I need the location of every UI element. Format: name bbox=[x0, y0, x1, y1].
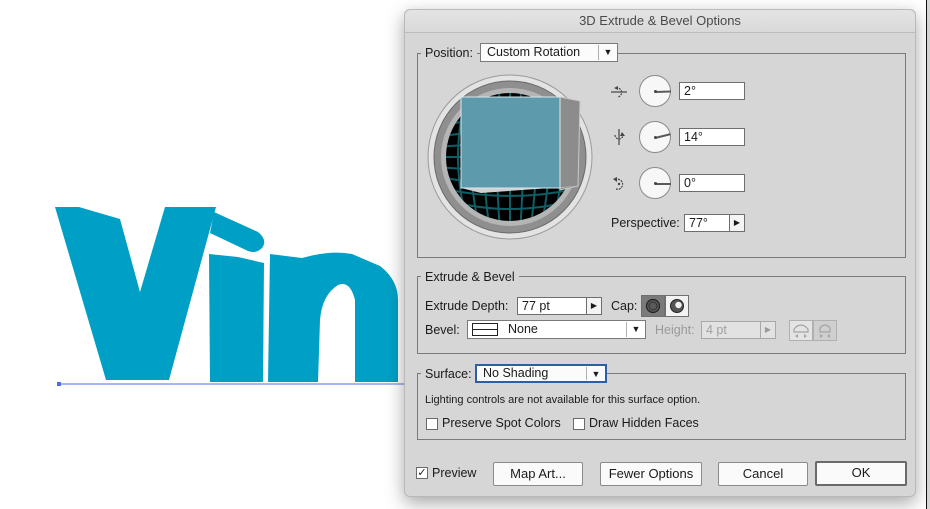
dial-hand bbox=[654, 133, 671, 139]
bevel-height-input[interactable]: 4 pt bbox=[701, 321, 761, 339]
lighting-message: Lighting controls are not available for … bbox=[425, 394, 701, 406]
dial-center bbox=[654, 90, 657, 93]
position-selected: Custom Rotation bbox=[487, 45, 581, 59]
check-icon: ✓ bbox=[417, 467, 427, 479]
preserve-spot-colors-checkbox[interactable] bbox=[426, 418, 438, 430]
cube-front-face bbox=[460, 96, 561, 189]
position-label: Position: bbox=[421, 46, 477, 60]
rotate-x-axis-icon bbox=[611, 86, 627, 98]
map-art-button[interactable]: Map Art... bbox=[493, 462, 583, 486]
preview-label[interactable]: Preview bbox=[432, 466, 476, 480]
letter-v bbox=[55, 207, 216, 380]
position-dropdown[interactable]: Custom Rotation ▼ bbox=[480, 43, 618, 62]
perspective-label: Perspective: bbox=[611, 216, 680, 230]
chevron-down-icon: ▼ bbox=[626, 322, 645, 337]
bevel-extent-in-button[interactable] bbox=[813, 320, 837, 341]
preview-checkbox[interactable]: ✓ bbox=[416, 467, 428, 479]
draw-hidden-faces-label[interactable]: Draw Hidden Faces bbox=[589, 416, 699, 430]
rotate-z-input[interactable]: 0° bbox=[679, 174, 745, 192]
bevel-dropdown[interactable]: None ▼ bbox=[467, 320, 646, 339]
cap-on-button[interactable] bbox=[641, 295, 665, 317]
extrude-bevel-dialog: 3D Extrude & Bevel Options Position: Cus… bbox=[404, 9, 916, 497]
bevel-extent-out-button[interactable] bbox=[789, 320, 813, 341]
dial-center bbox=[654, 182, 657, 185]
chevron-down-icon: ▼ bbox=[598, 45, 617, 60]
cap-label: Cap: bbox=[611, 299, 638, 313]
cancel-button[interactable]: Cancel bbox=[718, 462, 808, 486]
rotate-x-input[interactable]: 2° bbox=[679, 82, 745, 100]
extrude-depth-label: Extrude Depth: bbox=[425, 299, 509, 313]
draw-hidden-faces-checkbox[interactable] bbox=[573, 418, 585, 430]
bevel-selected: None bbox=[508, 322, 538, 336]
rotation-track-cube[interactable] bbox=[426, 73, 594, 241]
bevel-preview-icon bbox=[472, 323, 498, 336]
bevel-height-slider-button[interactable]: ▶ bbox=[760, 321, 776, 339]
letter-i-dot bbox=[210, 212, 265, 252]
surface-selected: No Shading bbox=[483, 366, 549, 380]
rotate-z-dial[interactable] bbox=[639, 167, 671, 199]
surface-dropdown[interactable]: No Shading ▼ bbox=[475, 364, 607, 383]
dial-center bbox=[654, 136, 657, 139]
rotate-z-axis-icon bbox=[613, 177, 624, 190]
perspective-input[interactable]: 77° bbox=[684, 214, 730, 232]
rotate-y-dial[interactable] bbox=[639, 121, 671, 153]
letter-i-stem bbox=[209, 254, 264, 382]
cube-side-face bbox=[559, 96, 581, 191]
bevel-label: Bevel: bbox=[425, 323, 460, 337]
ok-button[interactable]: OK bbox=[815, 461, 907, 486]
window-edge bbox=[926, 0, 930, 509]
rotate-y-input[interactable]: 14° bbox=[679, 128, 745, 146]
vin-artwork[interactable] bbox=[55, 207, 398, 382]
extrude-depth-slider-button[interactable]: ▶ bbox=[586, 297, 602, 315]
chevron-down-icon: ▼ bbox=[586, 367, 605, 380]
bevel-extent-out-icon bbox=[793, 324, 809, 338]
letter-n bbox=[268, 252, 398, 382]
bevel-extent-in-icon bbox=[819, 324, 831, 338]
cap-on-icon bbox=[645, 298, 661, 314]
cap-off-button[interactable] bbox=[665, 295, 689, 317]
preserve-spot-colors-label[interactable]: Preserve Spot Colors bbox=[442, 416, 561, 430]
rotate-x-dial[interactable] bbox=[639, 75, 672, 107]
bevel-height-label: Height: bbox=[655, 323, 695, 337]
extrude-bevel-section-label: Extrude & Bevel bbox=[421, 270, 519, 284]
surface-label: Surface: bbox=[421, 367, 476, 381]
extrude-depth-input[interactable]: 77 pt bbox=[517, 297, 587, 315]
dial-hand bbox=[655, 183, 671, 185]
dial-hand bbox=[654, 90, 672, 93]
fewer-options-button[interactable]: Fewer Options bbox=[600, 462, 702, 486]
dialog-title: 3D Extrude & Bevel Options bbox=[405, 10, 915, 33]
rotate-y-axis-icon bbox=[614, 129, 625, 145]
cap-off-icon bbox=[670, 299, 684, 313]
selection-anchor-handle[interactable] bbox=[57, 382, 61, 386]
perspective-slider-button[interactable]: ▶ bbox=[729, 214, 745, 232]
